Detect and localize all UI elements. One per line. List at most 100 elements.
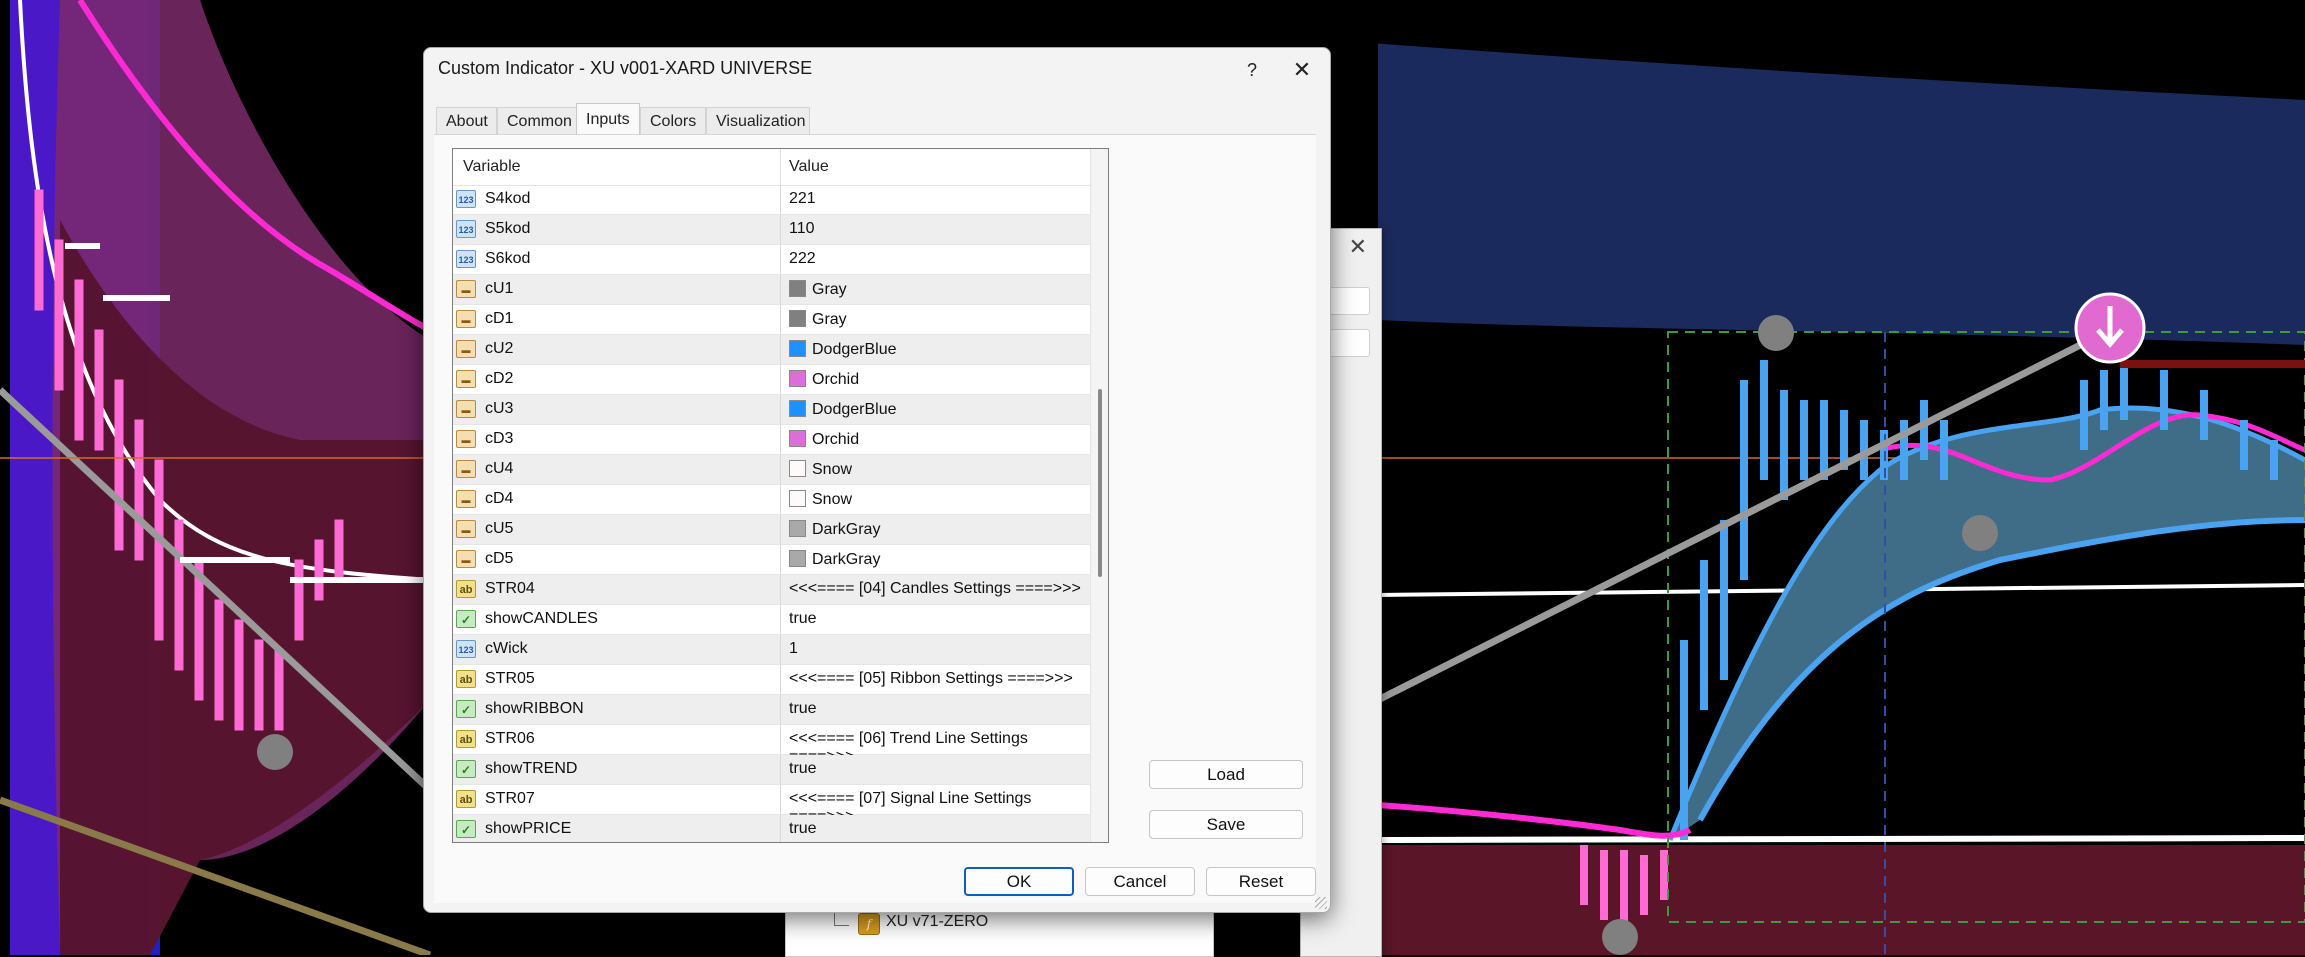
input-row[interactable]: ▬ cD3 Orchid [453,425,1090,455]
resize-grip[interactable] [1315,897,1327,909]
value-cell[interactable]: true [789,610,817,628]
indicator-icon: f [858,913,880,935]
value-cell[interactable]: 222 [789,250,816,268]
color-swatch [789,340,806,357]
column-divider[interactable] [780,149,781,185]
variable-name: STR07 [485,790,535,807]
variable-name: cD4 [485,490,514,507]
variable-name: cD2 [485,370,514,387]
variable-name: cD1 [485,310,514,327]
value-cell[interactable]: Orchid [789,430,859,449]
input-row[interactable]: 123 cWick 1 [453,635,1090,665]
integer-type-icon: 123 [456,640,476,658]
integer-type-icon: 123 [456,220,476,238]
value-cell[interactable]: Gray [789,310,847,329]
value-cell[interactable]: <<<==== [05] Ribbon Settings ====>>> [789,670,1073,688]
variable-cell: ▬ cD4 [453,485,781,514]
value-cell[interactable]: Snow [789,460,852,479]
value-cell[interactable]: DodgerBlue [789,340,897,359]
tab-inputs[interactable]: Inputs [576,103,640,136]
variable-cell: 123 S6kod [453,245,781,274]
help-button[interactable]: ? [1229,52,1275,88]
value-cell[interactable]: DarkGray [789,550,880,569]
color-swatch [789,310,806,327]
variable-name: S6kod [485,250,531,267]
value-text: 222 [789,250,816,267]
cancel-button[interactable]: Cancel [1085,867,1195,896]
input-row[interactable]: 123 S6kod 222 [453,245,1090,275]
input-row[interactable]: ▬ cU3 DodgerBlue [453,395,1090,425]
input-row[interactable]: 123 S4kod 221 [453,185,1090,215]
variable-column-header[interactable]: Variable [463,158,521,176]
input-row[interactable]: ✓ showCANDLES true [453,605,1090,635]
variable-name: showPRICE [485,820,572,837]
input-row[interactable]: ▬ cU2 DodgerBlue [453,335,1090,365]
value-cell[interactable]: DarkGray [789,520,880,539]
input-row[interactable]: ✓ showRIBBON true [453,695,1090,725]
variable-name: cU4 [485,460,514,477]
color-type-icon: ▬ [456,310,476,328]
grey-signal-dot-2 [1962,515,1998,551]
value-text: true [789,700,817,717]
input-row[interactable]: ▬ cD5 DarkGray [453,545,1090,575]
color-swatch [789,400,806,417]
input-row[interactable]: ab STR06 <<<==== [06] Trend Line Settings … [453,725,1090,765]
input-row[interactable]: ▬ cU1 Gray [453,275,1090,305]
variable-cell: ▬ cU3 [453,395,781,424]
color-type-icon: ▬ [456,370,476,388]
input-row[interactable]: ab STR05 <<<==== [05] Ribbon Settings ====… [453,665,1090,695]
save-button[interactable]: Save [1149,810,1303,839]
input-row[interactable]: ab STR07 <<<==== [07] Signal Line Settings… [453,785,1090,825]
variable-cell: ✓ showTREND [453,755,781,784]
tab-common[interactable]: Common [497,107,577,134]
input-row[interactable]: ▬ cD2 Orchid [453,365,1090,395]
boolean-type-icon: ✓ [456,820,476,838]
input-row[interactable]: ▬ cU5 DarkGray [453,515,1090,545]
value-cell[interactable]: Gray [789,280,847,299]
tab-colors[interactable]: Colors [640,107,706,134]
grid-scrollbar[interactable] [1090,149,1108,842]
value-column-header[interactable]: Value [789,158,829,176]
value-cell[interactable]: true [789,700,817,718]
load-button[interactable]: Load [1149,760,1303,789]
input-row[interactable]: ✓ showTREND true [453,755,1090,785]
tab-about[interactable]: About [436,107,497,134]
value-cell[interactable]: Orchid [789,370,859,389]
value-cell[interactable]: <<<==== [04] Candles Settings ====>>> [789,580,1081,598]
value-text: true [789,820,817,837]
value-cell[interactable]: Snow [789,490,852,509]
tab-visualization[interactable]: Visualization [706,107,810,134]
input-row[interactable]: 123 S5kod 110 [453,215,1090,245]
input-row[interactable]: ▬ cU4 Snow [453,455,1090,485]
grid-header: Variable Value [453,149,1108,186]
value-cell[interactable]: DodgerBlue [789,400,897,419]
grid-scrollbar-thumb[interactable] [1098,389,1102,577]
background-close-icon[interactable]: ✕ [1349,235,1367,260]
variable-cell: ▬ cD3 [453,425,781,454]
color-swatch [789,430,806,447]
value-text: DarkGray [812,521,881,538]
integer-type-icon: 123 [456,250,476,268]
variable-name: cU1 [485,280,514,297]
value-cell[interactable]: 110 [789,220,815,238]
value-text: DodgerBlue [812,341,897,358]
input-row[interactable]: ab STR04 <<<==== [04] Candles Settings ===… [453,575,1090,605]
ok-button[interactable]: OK [964,867,1074,896]
tree-item-label[interactable]: XU v71-ZERO [886,913,988,931]
close-button[interactable]: ✕ [1279,52,1325,88]
value-cell[interactable]: true [789,820,817,838]
color-type-icon: ▬ [456,520,476,538]
value-text: true [789,610,817,627]
input-row[interactable]: ▬ cD4 Snow [453,485,1090,515]
value-cell[interactable]: 221 [789,190,816,208]
input-row[interactable]: ▬ cD1 Gray [453,305,1090,335]
input-row[interactable]: ✓ showPRICE true [453,815,1090,842]
value-text: <<<==== [04] Candles Settings ====>>> [789,580,1081,597]
variable-name: cD5 [485,550,514,567]
value-text: <<<==== [05] Ribbon Settings ====>>> [789,670,1073,687]
variable-cell: ab STR06 [453,725,781,754]
value-cell[interactable]: true [789,760,817,778]
reset-button[interactable]: Reset [1206,867,1316,896]
value-cell[interactable]: 1 [789,640,798,658]
value-text: Orchid [812,431,860,448]
